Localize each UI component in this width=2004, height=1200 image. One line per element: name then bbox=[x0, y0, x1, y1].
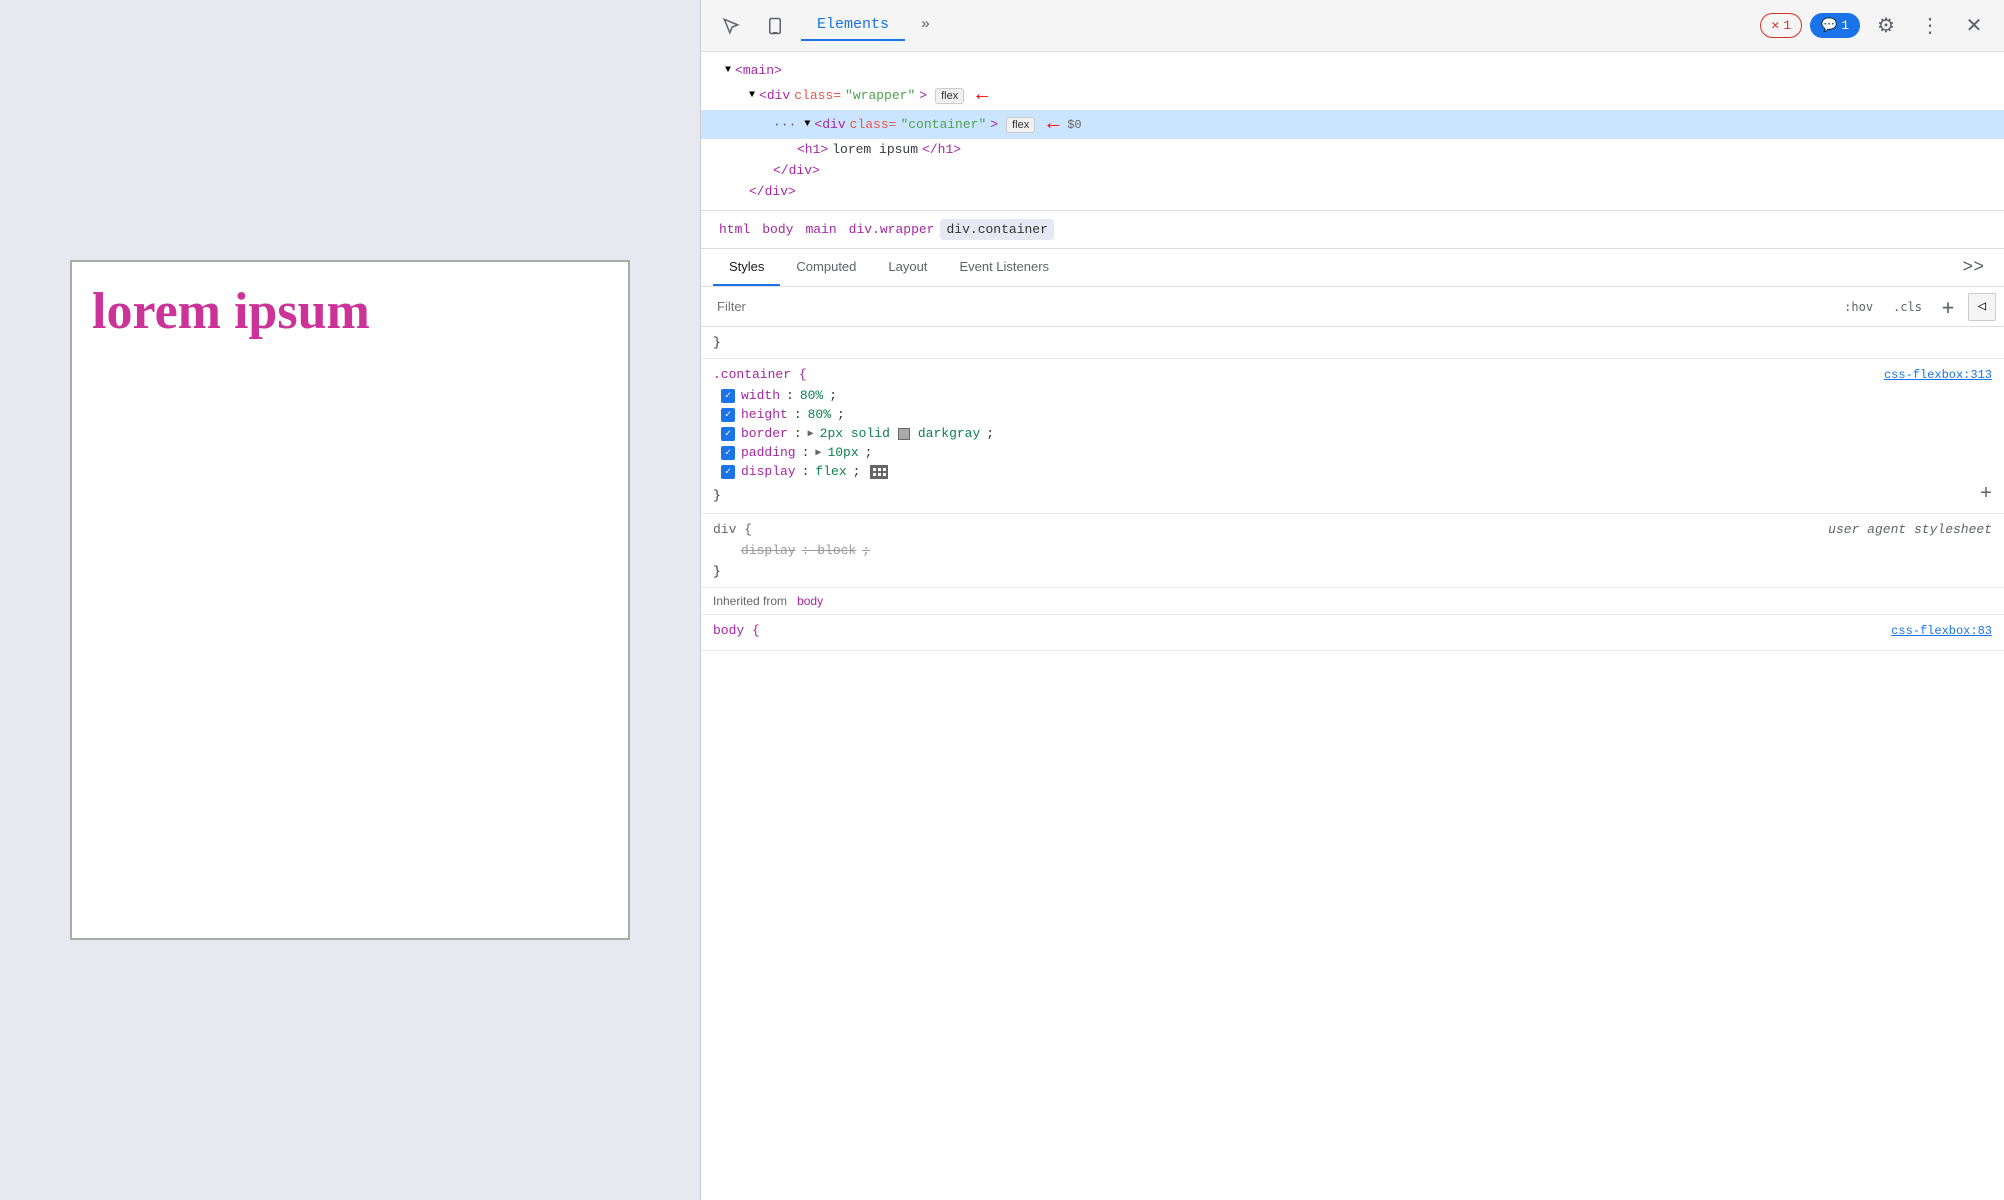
container-selector[interactable]: .container { bbox=[713, 367, 807, 382]
checkbox-border[interactable] bbox=[721, 427, 735, 441]
body-source[interactable]: css-flexbox:83 bbox=[1891, 624, 1992, 638]
inspect-element-button[interactable] bbox=[713, 8, 749, 44]
message-count: 1 bbox=[1841, 18, 1849, 33]
ua-selector[interactable]: div { bbox=[713, 522, 752, 537]
ua-source: user agent stylesheet bbox=[1828, 522, 1992, 537]
arrow-red-wrapper: ← bbox=[976, 84, 988, 107]
ua-rule-header: div { user agent stylesheet bbox=[713, 522, 1992, 537]
tab-more-icon[interactable]: >> bbox=[1954, 250, 1992, 286]
chevron-down-icon: ▼ bbox=[749, 90, 755, 101]
color-swatch-darkgray[interactable] bbox=[898, 428, 910, 440]
devtools-panel: Elements » ✕ 1 💬 1 ⚙ ⋮ ✕ ▼ <main> ▼ <div… bbox=[700, 0, 2004, 1200]
browser-preview: lorem ipsum bbox=[0, 0, 700, 1200]
settings-button[interactable]: ⚙ bbox=[1868, 8, 1904, 44]
tab-layout[interactable]: Layout bbox=[872, 249, 943, 286]
dom-line-wrapper[interactable]: ▼ <div class= "wrapper" > flex ← bbox=[701, 81, 2004, 110]
dollar-zero: $0 bbox=[1067, 118, 1081, 132]
arrow-red-container: ← bbox=[1047, 113, 1059, 136]
body-rule-hint: body { css-flexbox:83 bbox=[701, 615, 2004, 651]
panel-tabs: Styles Computed Layout Event Listeners >… bbox=[701, 249, 2004, 287]
expand-padding-icon[interactable]: ▶ bbox=[815, 447, 821, 459]
dom-tree: ▼ <main> ▼ <div class= "wrapper" > flex … bbox=[701, 52, 2004, 211]
checkbox-padding[interactable] bbox=[721, 446, 735, 460]
breadcrumb-body[interactable]: body bbox=[756, 219, 799, 240]
prop-display-ua: display : block ; bbox=[713, 541, 1992, 560]
checkbox-height[interactable] bbox=[721, 408, 735, 422]
hov-button[interactable]: :hov bbox=[1838, 297, 1879, 317]
add-style-button[interactable]: + bbox=[1936, 292, 1960, 322]
prop-padding: padding : ▶ 10px ; bbox=[713, 443, 1992, 462]
breadcrumb-div-container[interactable]: div.container bbox=[940, 219, 1053, 240]
device-toggle-button[interactable] bbox=[757, 8, 793, 44]
closing-brace: } bbox=[713, 488, 721, 503]
add-property-button[interactable]: + bbox=[1980, 485, 1992, 505]
error-count: 1 bbox=[1783, 18, 1791, 33]
close-devtools-button[interactable]: ✕ bbox=[1956, 8, 1992, 44]
filter-input[interactable] bbox=[709, 299, 1830, 314]
tab-more[interactable]: » bbox=[905, 10, 946, 41]
tab-styles[interactable]: Styles bbox=[713, 249, 780, 286]
breadcrumb-html[interactable]: html bbox=[713, 219, 756, 240]
error-badge[interactable]: ✕ 1 bbox=[1760, 13, 1802, 38]
body-selector[interactable]: body { bbox=[713, 623, 760, 638]
partial-rule: } bbox=[701, 327, 2004, 359]
dom-line-h1[interactable]: <h1> lorem ipsum </h1> bbox=[701, 139, 2004, 160]
preview-container: lorem ipsum bbox=[70, 260, 630, 940]
checkbox-display[interactable] bbox=[721, 465, 735, 479]
prop-border: border : ▶ 2px solid darkgray ; bbox=[713, 424, 1992, 443]
more-options-button[interactable]: ⋮ bbox=[1912, 8, 1948, 44]
chevron-down-icon: ▼ bbox=[725, 65, 731, 76]
body-rule-header: body { css-flexbox:83 bbox=[713, 623, 1992, 638]
devtools-main-tabs: Elements » bbox=[801, 10, 1752, 41]
prop-width: width : 80% ; bbox=[713, 386, 1992, 405]
breadcrumb-div-wrapper[interactable]: div.wrapper bbox=[843, 219, 941, 240]
message-badge[interactable]: 💬 1 bbox=[1810, 13, 1860, 38]
devtools-toolbar: Elements » ✕ 1 💬 1 ⚙ ⋮ ✕ bbox=[701, 0, 2004, 52]
overflow-dots: ··· bbox=[773, 117, 796, 132]
dom-line-close-container[interactable]: </div> bbox=[701, 160, 2004, 181]
flex-layout-icon[interactable] bbox=[870, 465, 888, 479]
prop-height: height : 80% ; bbox=[713, 405, 1992, 424]
inherited-label: Inherited from body bbox=[701, 588, 2004, 615]
ua-closing-brace: } bbox=[713, 564, 721, 579]
dom-line-close-wrapper[interactable]: </div> bbox=[701, 181, 2004, 202]
flex-badge-wrapper: flex bbox=[935, 88, 964, 104]
container-rule: .container { css-flexbox:313 width : 80%… bbox=[701, 359, 2004, 514]
expand-border-icon[interactable]: ▶ bbox=[808, 428, 814, 440]
container-rule-header: .container { css-flexbox:313 bbox=[713, 367, 1992, 382]
flex-badge-container: flex bbox=[1006, 117, 1035, 133]
checkbox-width[interactable] bbox=[721, 389, 735, 403]
chevron-down-icon: ▼ bbox=[804, 119, 810, 130]
breadcrumb-main[interactable]: main bbox=[799, 219, 842, 240]
message-icon: 💬 bbox=[1821, 18, 1837, 33]
filter-bar: :hov .cls + ◁ bbox=[701, 287, 2004, 327]
dom-line-main[interactable]: ▼ <main> bbox=[701, 60, 2004, 81]
tab-event-listeners[interactable]: Event Listeners bbox=[943, 249, 1065, 286]
ua-rule: div { user agent stylesheet display : bl… bbox=[701, 514, 2004, 588]
breadcrumb-bar: html body main div.wrapper div.container bbox=[701, 211, 2004, 249]
container-source[interactable]: css-flexbox:313 bbox=[1884, 368, 1992, 382]
dom-line-container[interactable]: ··· ▼ <div class= "container" > flex ← $… bbox=[701, 110, 2004, 139]
cls-button[interactable]: .cls bbox=[1887, 297, 1928, 317]
tab-elements[interactable]: Elements bbox=[801, 10, 905, 41]
error-icon: ✕ bbox=[1771, 18, 1779, 33]
styles-panel[interactable]: } .container { css-flexbox:313 width : 8… bbox=[701, 327, 2004, 1200]
tab-computed[interactable]: Computed bbox=[780, 249, 872, 286]
rtl-toggle-button[interactable]: ◁ bbox=[1968, 293, 1996, 321]
prop-display: display : flex ; bbox=[713, 462, 1992, 481]
preview-heading: lorem ipsum bbox=[92, 282, 370, 341]
inherited-element[interactable]: body bbox=[797, 594, 823, 608]
